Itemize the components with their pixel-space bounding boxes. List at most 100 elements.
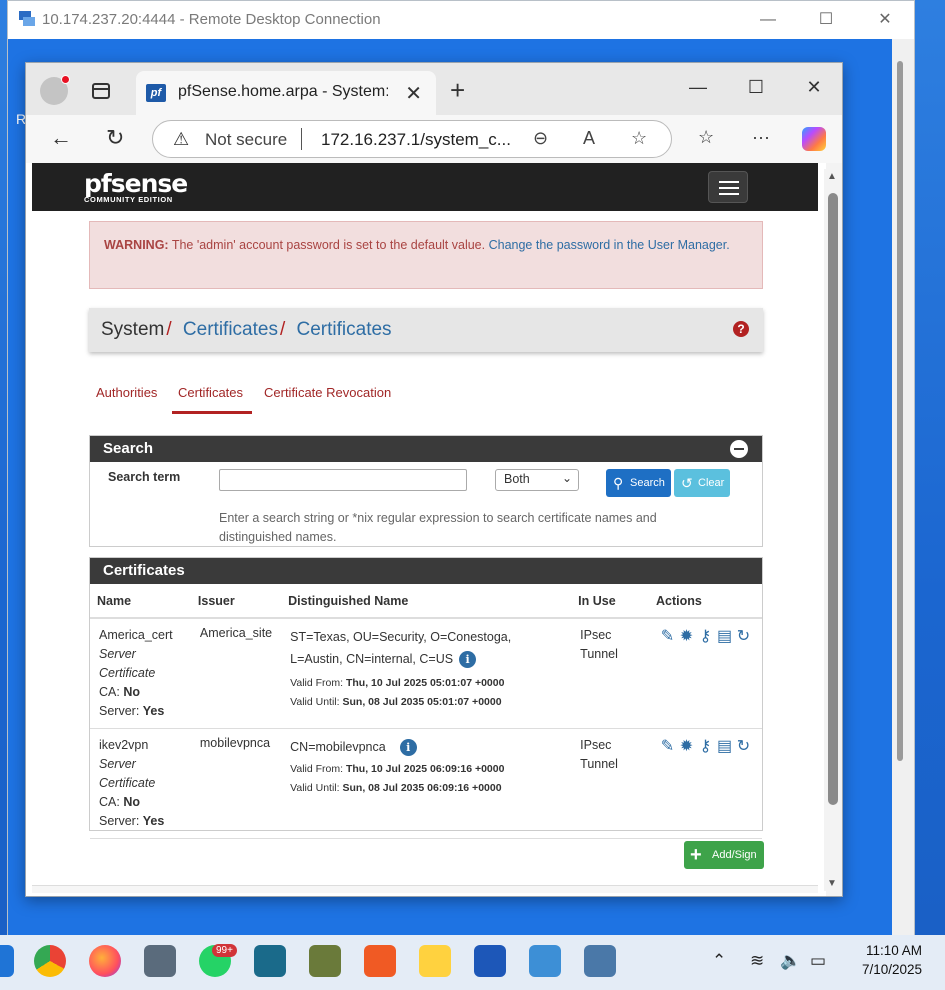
server-label: Server: bbox=[99, 814, 140, 828]
sticky-notes-icon[interactable] bbox=[419, 945, 451, 977]
breadcrumb-certificates-current[interactable]: Certificates bbox=[297, 319, 392, 340]
rdc-scroll-thumb[interactable] bbox=[897, 61, 903, 761]
edge-window: pf pfSense.home.arpa - System: Cert ✕ + … bbox=[25, 62, 843, 897]
archive-icon[interactable]: ▤ bbox=[715, 626, 734, 646]
renew-icon[interactable]: ↻ bbox=[734, 736, 753, 756]
certificates-panel-heading: Certificates bbox=[90, 558, 762, 584]
tab-strip: pf pfSense.home.arpa - System: Cert ✕ + … bbox=[26, 63, 842, 115]
chrome-icon[interactable] bbox=[34, 945, 66, 977]
export-certificate-icon[interactable]: ✹ bbox=[677, 736, 696, 756]
add-sign-button[interactable]: + Add/Sign bbox=[684, 841, 764, 869]
page-scrollbar[interactable]: ▲ ▼ bbox=[824, 169, 842, 891]
search-button[interactable]: ⚲ Search bbox=[606, 469, 671, 497]
change-password-link[interactable]: Change the password in the User Manager. bbox=[489, 238, 730, 252]
address-bar[interactable]: ⚠ Not secure 172.16.237.1/system_c... ⊖ … bbox=[152, 120, 672, 158]
ca-value: No bbox=[123, 795, 140, 809]
search-scope-select[interactable]: Both ⌄ bbox=[495, 469, 579, 491]
edit-pencil-icon[interactable]: ✎ bbox=[658, 626, 677, 646]
search-term-input[interactable] bbox=[219, 469, 467, 491]
edit-pencil-icon[interactable]: ✎ bbox=[658, 736, 677, 756]
new-tab-icon[interactable]: + bbox=[450, 75, 465, 106]
firefox-icon[interactable] bbox=[89, 945, 121, 977]
export-key-icon[interactable]: ⚷ bbox=[696, 626, 715, 646]
maximize-icon[interactable]: ☐ bbox=[736, 77, 776, 98]
info-icon[interactable]: i bbox=[399, 739, 417, 757]
breadcrumb-separator: / bbox=[166, 319, 172, 340]
search-hint: Enter a search string or *nix regular ex… bbox=[219, 511, 657, 544]
ca-label: CA: bbox=[99, 685, 120, 699]
zoom-icon[interactable]: ⊖ bbox=[533, 128, 548, 149]
valid-until: Sun, 08 Jul 2035 05:01:07 +0000 bbox=[342, 696, 502, 708]
rdc-scrollbar[interactable] bbox=[892, 39, 914, 936]
close-icon[interactable]: ✕ bbox=[794, 77, 834, 98]
show-hidden-icons-chevron-icon[interactable]: ⌃ bbox=[712, 951, 726, 971]
breadcrumb-system: System bbox=[101, 319, 165, 340]
close-button[interactable]: ✕ bbox=[865, 9, 905, 31]
word-icon[interactable] bbox=[474, 945, 506, 977]
info-icon[interactable]: i bbox=[459, 651, 477, 669]
more-menu-icon[interactable]: ··· bbox=[752, 127, 770, 148]
tab-actions-icon[interactable] bbox=[92, 83, 110, 99]
table-header-row: Name Issuer Distinguished Name In Use Ac… bbox=[90, 584, 762, 619]
remote-desktop-taskbar-icon[interactable] bbox=[584, 945, 616, 977]
vs-app-icon[interactable] bbox=[254, 945, 286, 977]
maximize-button[interactable]: ☐ bbox=[806, 9, 846, 31]
brave-icon[interactable] bbox=[364, 945, 396, 977]
col-in-use: In Use bbox=[571, 584, 649, 619]
renew-icon[interactable]: ↻ bbox=[734, 626, 753, 646]
clear-button[interactable]: ↺ Clear bbox=[674, 469, 730, 497]
cert-name: ikev2vpn bbox=[99, 738, 149, 752]
distinguished-name: CN=mobilevpnca bbox=[290, 740, 386, 754]
favorites-icon[interactable]: ☆ bbox=[698, 127, 714, 148]
browser-tab[interactable]: pf pfSense.home.arpa - System: Cert ✕ bbox=[136, 71, 436, 115]
url-text[interactable]: 172.16.237.1/system_c... bbox=[321, 130, 511, 150]
scroll-down-icon[interactable]: ▼ bbox=[827, 878, 837, 889]
utility-app-icon[interactable] bbox=[309, 945, 341, 977]
in-use: IPsec Tunnel bbox=[580, 738, 618, 771]
notepad-icon[interactable] bbox=[529, 945, 561, 977]
search-button-label: Search bbox=[630, 477, 665, 489]
breadcrumb-certificates-link[interactable]: Certificates bbox=[183, 319, 278, 340]
add-sign-label: Add/Sign bbox=[712, 849, 757, 861]
export-certificate-icon[interactable]: ✹ bbox=[677, 626, 696, 646]
close-tab-icon[interactable]: ✕ bbox=[405, 81, 422, 106]
pfsense-logo[interactable]: pfsense COMMUNITY EDITION bbox=[84, 169, 188, 204]
wifi-icon[interactable]: ≋ bbox=[750, 951, 764, 971]
keyboard-app-icon[interactable] bbox=[144, 945, 176, 977]
scroll-up-icon[interactable]: ▲ bbox=[827, 171, 837, 182]
minimize-icon[interactable]: — bbox=[678, 77, 718, 98]
clock[interactable]: 11:10 AM 7/10/2025 bbox=[848, 941, 922, 979]
page-scroll-thumb[interactable] bbox=[828, 193, 838, 805]
volume-icon[interactable]: 🔈 bbox=[780, 951, 801, 971]
clock-time: 11:10 AM bbox=[865, 943, 922, 958]
tab-title: pfSense.home.arpa - System: Cert bbox=[178, 83, 388, 100]
warning-triangle-icon[interactable]: ⚠ bbox=[173, 129, 189, 150]
cert-issuer: mobilevpnca bbox=[199, 736, 271, 750]
minimize-button[interactable]: — bbox=[748, 9, 788, 31]
logo-wordmark: pfsense bbox=[84, 169, 188, 198]
hamburger-menu-icon[interactable] bbox=[708, 171, 748, 203]
battery-icon[interactable]: ▭ bbox=[810, 951, 826, 971]
tab-certificate-revocation[interactable]: Certificate Revocation bbox=[264, 385, 391, 400]
tab-certificates[interactable]: Certificates bbox=[172, 385, 253, 414]
export-key-icon[interactable]: ⚷ bbox=[696, 736, 715, 756]
read-aloud-icon[interactable]: A bbox=[583, 128, 595, 149]
favorite-star-icon[interactable]: ☆ bbox=[631, 128, 647, 149]
row-actions: ✎ ✹ ⚷ ▤ ↻ bbox=[649, 728, 762, 839]
col-issuer: Issuer bbox=[190, 584, 282, 619]
in-use: IPsec Tunnel bbox=[580, 628, 618, 661]
collapse-icon[interactable] bbox=[730, 440, 748, 458]
search-panel: Search Search term Both ⌄ ⚲ Search ↺ Cle… bbox=[89, 435, 763, 547]
tab-authorities[interactable]: Authorities bbox=[96, 385, 157, 400]
back-icon[interactable]: ← bbox=[50, 125, 72, 151]
refresh-icon[interactable]: ↻ bbox=[106, 125, 124, 151]
profile-avatar[interactable] bbox=[40, 75, 70, 105]
help-icon[interactable]: ? bbox=[733, 321, 749, 337]
copilot-icon[interactable] bbox=[802, 127, 826, 151]
rdc-title-text: 10.174.237.20:4444 - Remote Desktop Conn… bbox=[42, 11, 381, 28]
start-partial-icon[interactable] bbox=[0, 945, 14, 977]
archive-icon[interactable]: ▤ bbox=[715, 736, 734, 756]
certificates-panel: Certificates Name Issuer Distinguished N… bbox=[89, 557, 763, 839]
page-viewport: pfsense COMMUNITY EDITION WARNING: The '… bbox=[26, 163, 826, 896]
not-secure-label[interactable]: Not secure bbox=[205, 130, 287, 150]
